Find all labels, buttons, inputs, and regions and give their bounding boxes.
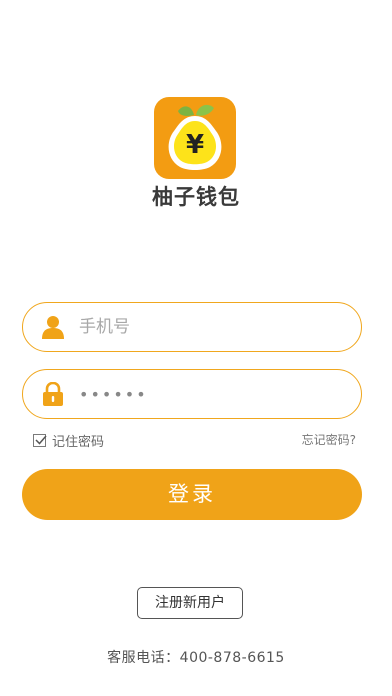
customer-service-hotline: 客服电话：400-878-6615 [107, 650, 285, 666]
remember-label: 记住密码 [52, 434, 105, 450]
app-logo: ¥ [154, 97, 236, 179]
app-name: 柚子钱包 [152, 185, 240, 209]
remember-checkbox[interactable] [33, 433, 47, 447]
logo-yen-symbol: ¥ [186, 130, 204, 160]
password-input[interactable] [79, 370, 339, 418]
user-icon [42, 316, 64, 339]
phone-input[interactable] [79, 303, 339, 351]
remember-password-toggle[interactable]: 记住密码 [33, 431, 105, 450]
login-button[interactable]: 登录 [22, 469, 362, 520]
forgot-password-link[interactable]: 忘记密码? [302, 431, 356, 449]
register-button[interactable]: 注册新用户 [137, 587, 243, 619]
password-field[interactable] [22, 369, 362, 419]
lock-icon [43, 382, 63, 406]
checkmark-icon [35, 435, 47, 445]
phone-field[interactable] [22, 302, 362, 352]
